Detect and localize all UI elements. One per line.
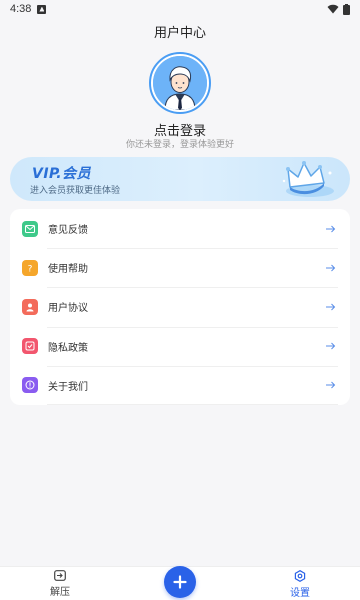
feedback-icon — [22, 220, 38, 237]
menu-label: 用户协议 — [48, 303, 88, 315]
settings-icon — [294, 570, 306, 582]
status-right — [327, 3, 350, 15]
status-time: 4:38 — [10, 3, 32, 15]
menu-label: 隐私政策 — [48, 342, 88, 354]
tab-extract[interactable]: 解压 — [30, 570, 90, 598]
extract-icon — [54, 570, 66, 581]
tab-label: 解压 — [50, 587, 70, 598]
privacy-icon — [22, 338, 38, 355]
login-subtitle: 你还未登录，登录体验更好 — [125, 140, 234, 150]
vip-card[interactable]: VIP.会员 进入会员获取更佳体验 — [10, 157, 350, 201]
menu-item-privacy[interactable]: 隐私政策 — [10, 326, 350, 366]
svg-text:?: ? — [28, 264, 33, 273]
add-button[interactable] — [164, 566, 196, 598]
arrow-right-icon — [326, 381, 336, 389]
help-icon: ? — [22, 259, 38, 276]
crown-icon — [282, 161, 334, 197]
wifi-icon — [327, 4, 339, 14]
arrow-right-icon — [326, 303, 336, 311]
about-icon — [22, 377, 38, 394]
settings-menu: 意见反馈 ? 使用帮助 用户协议 隐私政策 关于我们 — [10, 209, 350, 406]
user-agreement-icon — [22, 298, 38, 315]
vip-title: VIP.会员 — [32, 166, 92, 182]
menu-item-feedback[interactable]: 意见反馈 — [10, 209, 350, 248]
battery-icon — [343, 3, 350, 15]
menu-item-about[interactable]: 关于我们 — [10, 365, 350, 406]
menu-label: 关于我们 — [48, 381, 88, 393]
tab-settings[interactable]: 设置 — [270, 570, 330, 599]
page-title: 用户中心 — [153, 26, 206, 41]
tab-label: 设置 — [290, 588, 310, 599]
vip-subtitle: 进入会员获取更佳体验 — [30, 186, 121, 196]
arrow-right-icon — [326, 264, 336, 272]
plus-icon — [173, 575, 187, 589]
arrow-right-icon — [326, 225, 336, 232]
status-bar: 4:38 — [0, 0, 360, 18]
avatar-image — [153, 56, 207, 110]
menu-item-help[interactable]: ? 使用帮助 — [10, 248, 350, 287]
menu-label: 意见反馈 — [48, 225, 88, 237]
menu-label: 使用帮助 — [48, 264, 88, 276]
notification-icon — [37, 4, 47, 14]
arrow-right-icon — [326, 342, 336, 350]
avatar[interactable] — [149, 52, 211, 114]
user-avatar-icon — [153, 56, 207, 110]
status-left: 4:38 — [10, 3, 47, 15]
menu-item-user-agreement[interactable]: 用户协议 — [10, 287, 350, 326]
